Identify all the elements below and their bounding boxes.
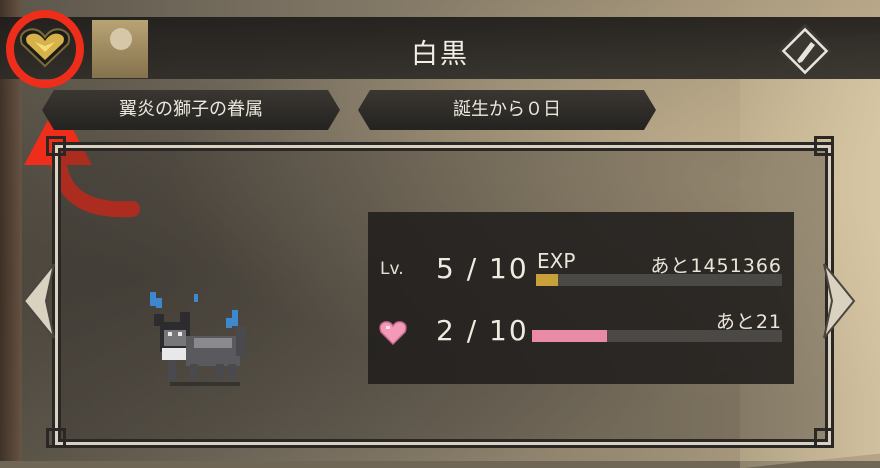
edit-pen-icon bbox=[777, 23, 833, 79]
affection-value: 2 / 10 bbox=[436, 314, 529, 347]
pet-sprite bbox=[150, 292, 246, 386]
highlight-circle bbox=[6, 10, 84, 88]
exp-bar-fill bbox=[536, 274, 559, 286]
exp-label: EXP bbox=[537, 249, 576, 273]
level-label: Lv. bbox=[380, 259, 404, 279]
species-pill: 翼炎の獅子の眷属 bbox=[42, 90, 340, 130]
frame-corner-br bbox=[814, 428, 834, 448]
next-pet-button[interactable] bbox=[822, 262, 856, 340]
edit-name-button[interactable] bbox=[777, 23, 833, 79]
previous-pet-button[interactable] bbox=[22, 262, 56, 340]
pink-heart-icon bbox=[379, 321, 407, 346]
stats-panel bbox=[368, 212, 794, 384]
birth-pill: 誕生から０日 bbox=[358, 90, 656, 130]
pet-name-title: 白黒 bbox=[411, 39, 469, 70]
exp-bar bbox=[536, 274, 782, 286]
affection-bar bbox=[532, 330, 782, 342]
level-value: 5 / 10 bbox=[436, 252, 529, 285]
frame-corner-tr bbox=[814, 136, 834, 156]
affection-bar-fill bbox=[532, 330, 607, 342]
left-arrow-icon bbox=[22, 263, 55, 339]
frame-corner-tl bbox=[46, 136, 66, 156]
right-arrow-icon bbox=[823, 263, 856, 339]
frame-corner-bl bbox=[46, 428, 66, 448]
character-portrait bbox=[92, 20, 148, 78]
